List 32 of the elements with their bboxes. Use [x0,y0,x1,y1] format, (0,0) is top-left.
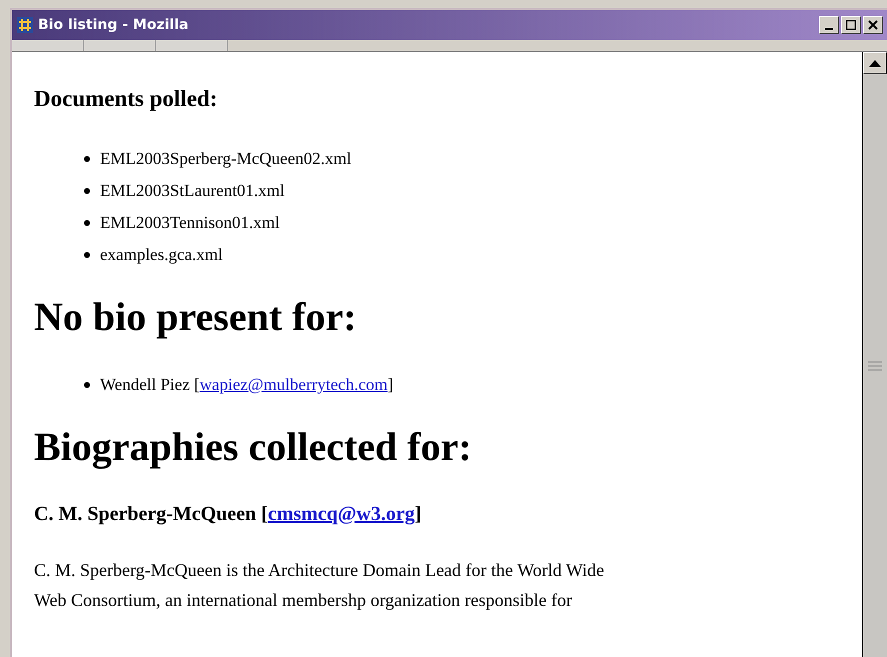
list-item-text: EML2003StLaurent01.xml [100,180,285,202]
up-arrow-icon [869,60,881,66]
bio-name: C. M. Sperberg-McQueen [cmsmcq@w3.org] [34,502,422,526]
list-item-text: EML2003Tennison01.xml [100,212,280,234]
list-item-text: EML2003Sperberg-McQueen02.xml [100,148,352,170]
bullet-icon [84,220,90,226]
app-icon [16,16,34,34]
scroll-grip-icon [868,360,882,370]
bullet-icon [84,156,90,162]
section-heading: No bio present for: [34,292,358,340]
list-item-text: examples.gca.xml [100,244,223,266]
email-link[interactable]: cmsmcq@w3.org [268,502,415,524]
window-title: Bio listing - Mozilla [38,16,188,34]
scrollbar[interactable] [862,52,887,657]
toolbar-grippy[interactable] [156,40,228,51]
close-button[interactable] [863,16,883,34]
section-heading: Documents polled: [34,85,218,113]
scroll-up-button[interactable] [863,52,887,74]
bullet-icon [84,382,90,388]
toolbar-grippy[interactable] [12,40,84,51]
bio-paragraph: C. M. Sperberg-McQueen is the Architecture Domain Lead for the World Wide Web Consortium, an international membershp organization responsible for [34,558,606,612]
maximize-button[interactable] [841,16,861,34]
bullet-icon [84,252,90,258]
toolbar-grippy[interactable] [84,40,156,51]
email-link[interactable]: wapiez@mulberrytech.com [200,374,388,394]
section-heading: Biographies collected for: [34,422,473,470]
bullet-icon [84,188,90,194]
minimize-button[interactable] [819,16,839,34]
maximize-icon [846,20,856,30]
close-icon [868,20,878,30]
list-item-text: Wendell Piez [wapiez@mulberrytech.com] [100,374,394,396]
minimize-icon [825,28,833,30]
